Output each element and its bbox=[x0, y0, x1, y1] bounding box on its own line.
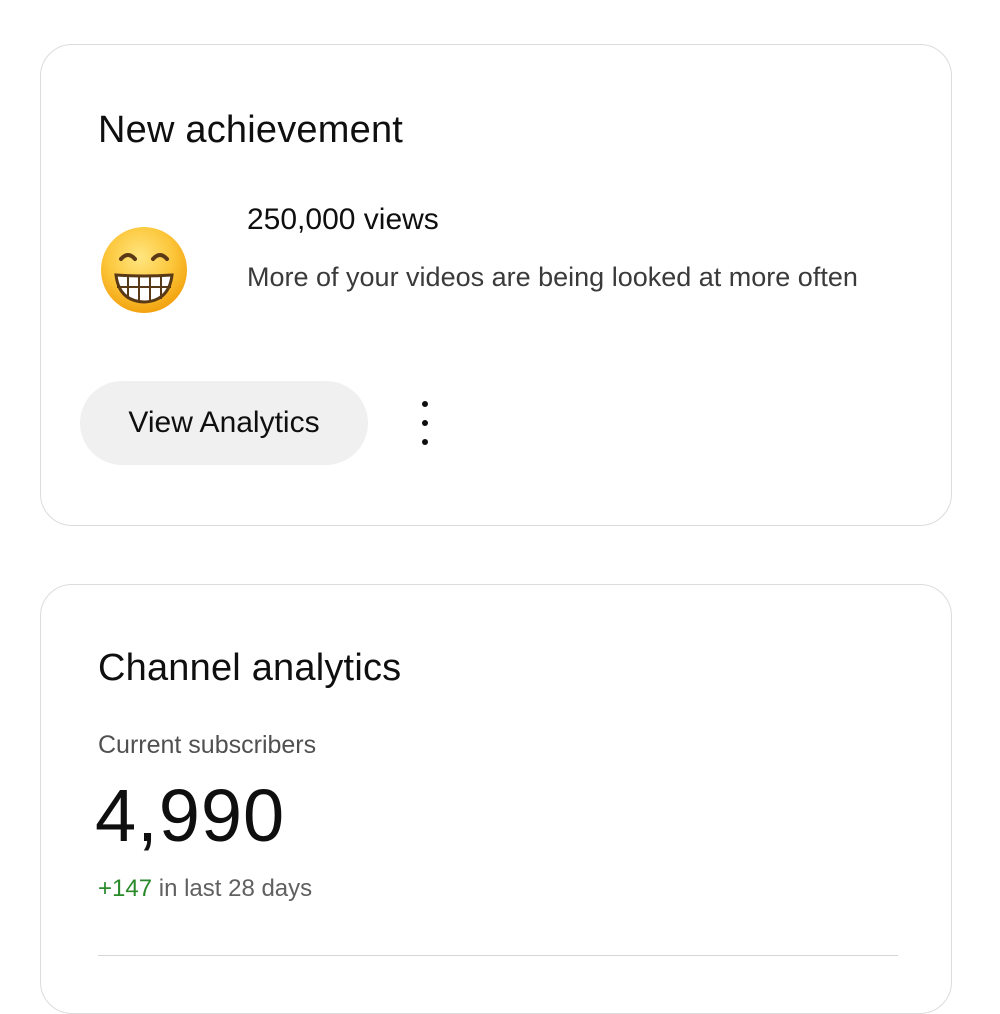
grinning-face-emoji-icon bbox=[101, 227, 187, 313]
achievement-card: New achievement 250,000 views More of yo… bbox=[40, 44, 952, 526]
subscriber-change: +147 in last 28 days bbox=[98, 875, 312, 903]
view-analytics-button[interactable]: View Analytics bbox=[80, 381, 368, 465]
subscriber-count: 4,990 bbox=[95, 774, 286, 857]
more-vert-icon[interactable] bbox=[405, 401, 445, 445]
channel-analytics-card: Channel analytics Current subscribers 4,… bbox=[40, 584, 952, 1014]
subscriber-change-value: +147 bbox=[98, 875, 153, 902]
more-dot bbox=[422, 420, 428, 426]
divider bbox=[98, 955, 898, 956]
achievement-description: More of your videos are being looked at … bbox=[247, 262, 858, 292]
achievement-headline: 250,000 views bbox=[247, 203, 439, 236]
current-subscribers-label: Current subscribers bbox=[98, 731, 317, 759]
more-dot bbox=[422, 401, 428, 407]
more-dot bbox=[422, 439, 428, 445]
channel-analytics-title: Channel analytics bbox=[98, 647, 402, 689]
subscriber-change-period: in last 28 days bbox=[158, 875, 313, 902]
achievement-card-title: New achievement bbox=[98, 109, 404, 151]
